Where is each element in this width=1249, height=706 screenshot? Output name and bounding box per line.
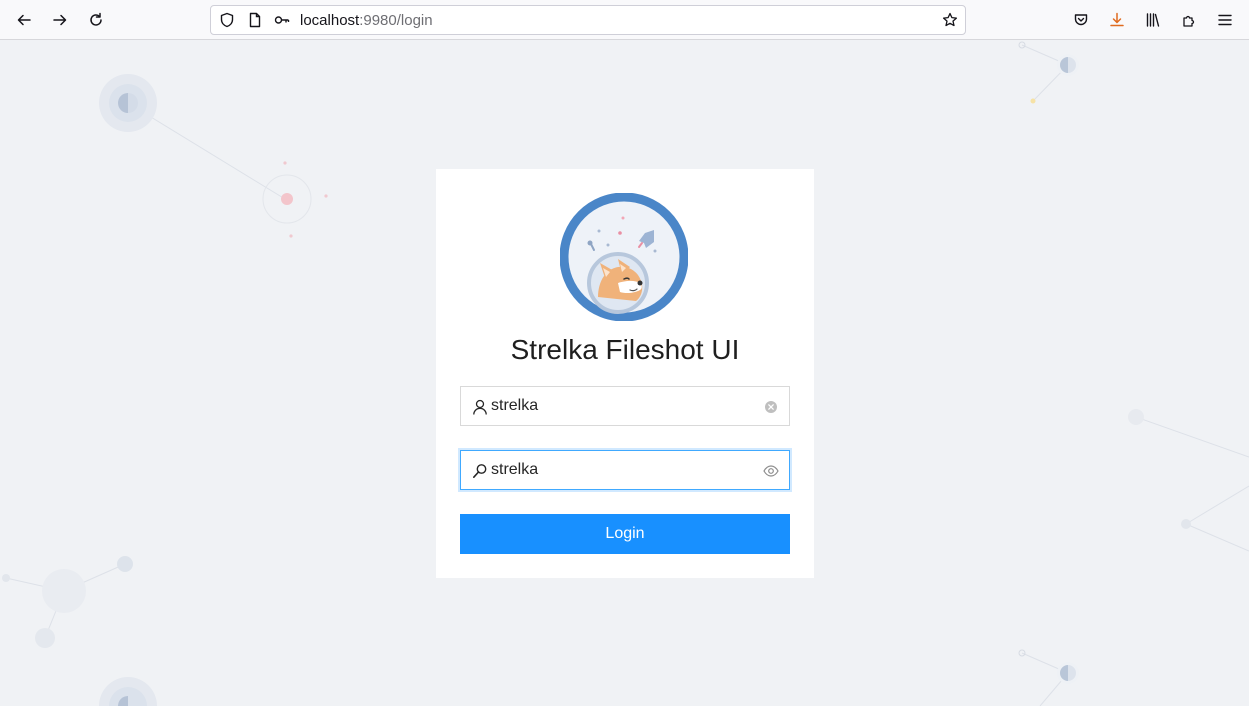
- corgi-astronaut-logo: [560, 193, 688, 321]
- forward-icon[interactable]: [48, 8, 72, 32]
- menu-icon[interactable]: [1213, 8, 1237, 32]
- shield-icon[interactable]: [219, 12, 235, 28]
- pocket-icon[interactable]: [1069, 8, 1093, 32]
- library-icon[interactable]: [1141, 8, 1165, 32]
- user-icon: [473, 399, 487, 415]
- key-icon[interactable]: [274, 12, 290, 28]
- login-card: Strelka Fileshot UI Login: [436, 169, 814, 578]
- password-field[interactable]: [460, 450, 790, 490]
- back-icon[interactable]: [12, 8, 36, 32]
- url-bar[interactable]: localhost:9980/login: [210, 5, 966, 35]
- username-field[interactable]: [460, 386, 790, 426]
- login-button[interactable]: Login: [460, 514, 790, 554]
- clear-icon[interactable]: [763, 399, 779, 415]
- url-text[interactable]: localhost:9980/login: [300, 12, 433, 29]
- browser-toolbar: localhost:9980/login: [0, 0, 1249, 40]
- password-input[interactable]: [491, 459, 751, 481]
- download-icon[interactable]: [1105, 8, 1129, 32]
- page-title: Strelka Fileshot UI: [510, 334, 740, 365]
- page-icon[interactable]: [247, 12, 263, 28]
- reload-icon[interactable]: [84, 8, 108, 32]
- eye-icon[interactable]: [763, 463, 779, 479]
- username-input[interactable]: [491, 395, 751, 417]
- login-page: Strelka Fileshot UI Login: [0, 41, 1249, 706]
- key-icon: [473, 464, 487, 478]
- extensions-icon[interactable]: [1177, 8, 1201, 32]
- star-icon[interactable]: [942, 12, 958, 28]
